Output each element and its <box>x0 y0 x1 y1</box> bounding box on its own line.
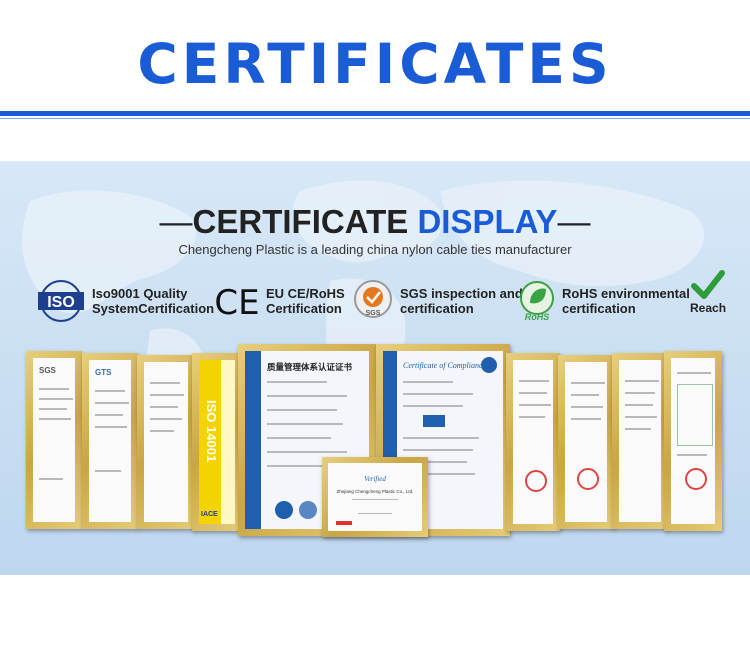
certificate-frame <box>506 353 560 531</box>
title-underline-thin <box>0 118 750 119</box>
quality-cert-title: 质量管理体系认证证书 <box>267 363 353 373</box>
compliance-cert-title: Certificate of Compliance <box>403 361 487 370</box>
verified-company: Zhejiang Chengcheng Plastic Co., Ltd. <box>336 489 414 494</box>
brand-logo-icon <box>336 521 352 525</box>
iaf-logo-icon <box>275 501 293 519</box>
iace-logo: IACE <box>201 511 218 518</box>
gts-cert-logo: GTS <box>95 368 112 377</box>
certificate-frame <box>612 353 668 529</box>
certificate-frame <box>664 351 722 531</box>
ce-small-logo-icon <box>423 415 445 427</box>
stamp-icon <box>685 468 707 490</box>
verified-supplier-certificate-frame: Verified Zhejiang Chengcheng Plastic Co.… <box>322 457 428 537</box>
certificate-frame: SGS <box>26 351 82 529</box>
verified-title: Verified <box>364 475 386 483</box>
cnas-logo-icon <box>299 501 317 519</box>
iso14001-text: ISO 14001 <box>204 400 219 463</box>
cert-seal-icon <box>481 357 497 373</box>
certificate-frame: GTS <box>82 353 138 529</box>
sgs-cert-logo: SGS <box>39 366 56 375</box>
certificate-frame: ISO 14001 IACE <box>192 353 242 531</box>
stamp-icon <box>577 468 599 490</box>
certificate-frame <box>558 355 614 529</box>
certificate-display-panel: —CERTIFICATE DISPLAY— Chengcheng Plastic… <box>0 161 750 575</box>
certificate-gallery: SGS GTS ISO 14001 IACE 质量管理体系认证证书 Certif… <box>0 161 750 575</box>
stamp-icon <box>525 470 547 492</box>
certificate-frame <box>137 355 195 529</box>
title-underline <box>0 111 750 116</box>
table-grid-icon <box>677 384 713 446</box>
page-title: CERTIFICATES <box>137 32 613 96</box>
